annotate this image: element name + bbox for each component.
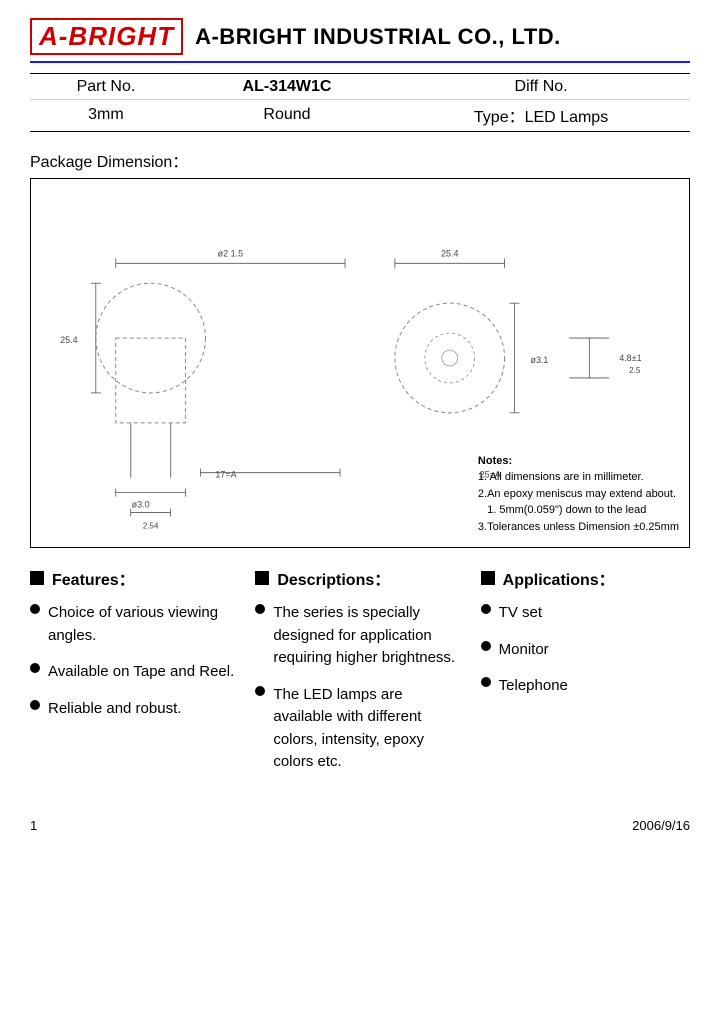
logo-text: A-BRIGHT [30,18,183,55]
applications-bullet-icon [481,571,495,585]
part-info-table: Part No. AL-314W1C Diff No. 3mm Round Ty… [30,73,690,132]
svg-text:4.8±1: 4.8±1 [619,353,641,363]
bullet-icon [481,604,491,614]
bullet-icon [30,604,40,614]
page-number: 1 [30,818,37,833]
notes-line-1: 1. All dimensions are in millimeter. [478,469,679,486]
svg-text:2.5: 2.5 [629,366,641,375]
application-item-2: Monitor [481,639,690,662]
description-text-2: The LED lamps are available with differe… [273,684,464,774]
notes-line-3: 1. 5mm(0.059") down to the lead [478,502,679,519]
size-value: 3mm [30,100,182,132]
application-text-2: Monitor [499,639,690,662]
svg-text:25.4: 25.4 [441,248,458,258]
feature-text-3: Reliable and robust. [48,698,239,721]
svg-text:17=A: 17=A [215,470,236,480]
notes-line-4: 3.Tolerances unless Dimension ±0.25mm [478,519,679,536]
notes-line-2: 2.An epoxy meniscus may extend about. [478,486,679,503]
description-text-1: The series is specially designed for app… [273,602,464,670]
footer: 1 2006/9/16 [30,818,690,833]
feature-text-2: Available on Tape and Reel. [48,661,239,684]
application-item-1: TV set [481,602,690,625]
notes-block: Notes: 1. All dimensions are in millimet… [478,453,679,536]
feature-item-3: Reliable and robust. [30,698,239,721]
features-column: Features： Choice of various viewing angl… [30,566,247,788]
package-label: Package Dimension： [30,148,690,172]
company-name: A-BRIGHT INDUSTRIAL CO., LTD. [195,24,561,50]
svg-text:ø3.0: ø3.0 [132,500,150,510]
bullet-icon [255,686,265,696]
applications-header: Applications： [481,566,690,590]
description-item-1: The series is specially designed for app… [255,602,464,670]
bullet-icon [481,641,491,651]
application-text-1: TV set [499,602,690,625]
info-section: Features： Choice of various viewing angl… [30,566,690,788]
descriptions-column: Descriptions： The series is specially de… [247,566,472,788]
descriptions-bullet-icon [255,571,269,585]
dimension-box: ø3.0 ø2 1.5 25.4 2.54 ø3.1 25.4 [30,178,690,548]
svg-text:2.54: 2.54 [143,521,159,530]
feature-text-1: Choice of various viewing angles. [48,602,239,647]
bullet-icon [255,604,265,614]
application-item-3: Telephone [481,675,690,698]
bullet-icon [30,700,40,710]
svg-text:ø3.1: ø3.1 [530,355,548,365]
part-no-label: Part No. [30,74,182,100]
bullet-icon [30,663,40,673]
features-bullet-icon [30,571,44,585]
bullet-icon [481,677,491,687]
footer-date: 2006/9/16 [632,818,690,833]
descriptions-header: Descriptions： [255,566,464,590]
part-no-value: AL-314W1C [182,74,392,100]
header: A-BRIGHT A-BRIGHT INDUSTRIAL CO., LTD. [30,18,690,63]
features-header: Features： [30,566,239,590]
shape-value: Round [182,100,392,132]
applications-column: Applications： TV set Monitor Telephone [473,566,690,788]
svg-text:ø2 1.5: ø2 1.5 [218,248,243,258]
feature-item-1: Choice of various viewing angles. [30,602,239,647]
application-text-3: Telephone [499,675,690,698]
feature-item-2: Available on Tape and Reel. [30,661,239,684]
svg-text:25.4: 25.4 [60,335,77,345]
type-value: Type：LED Lamps [392,100,690,132]
description-item-2: The LED lamps are available with differe… [255,684,464,774]
diff-no-label: Diff No. [392,74,690,100]
notes-title: Notes: [478,453,679,470]
logo-box: A-BRIGHT [30,18,183,55]
